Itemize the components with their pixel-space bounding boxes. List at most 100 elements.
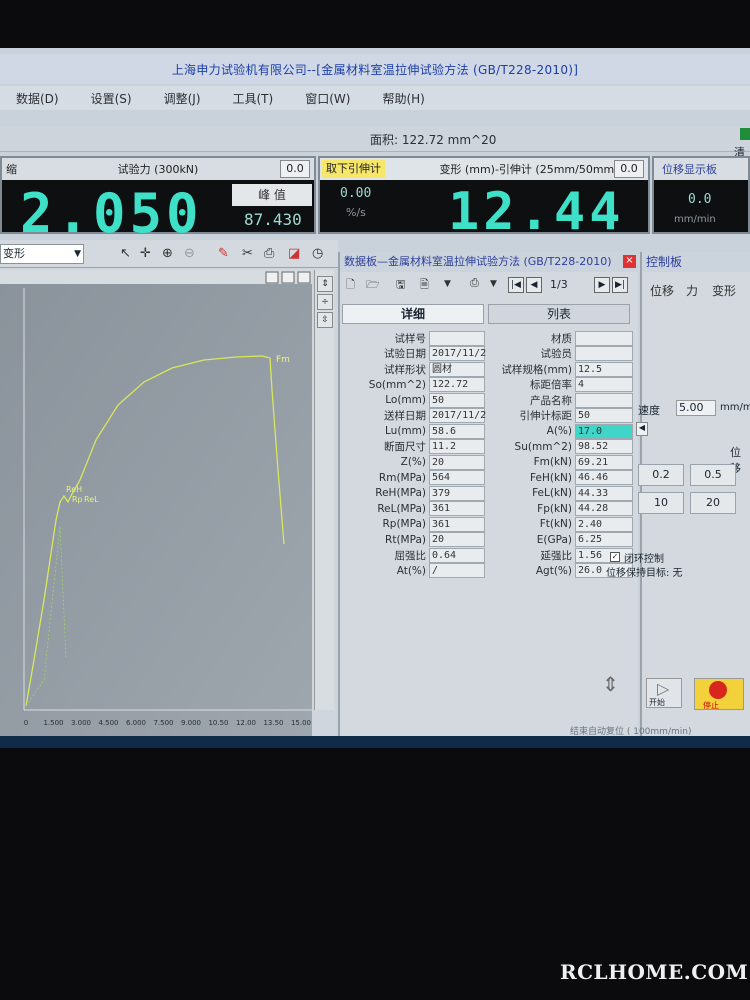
zoom-center-button[interactable] bbox=[281, 271, 295, 284]
speed-button-0-2[interactable]: 0.2 bbox=[638, 464, 684, 486]
stress-strain-plot[interactable]: Fm ReH Rp ReL 0 1.500 3.000 4.500 6.000 7.500… bbox=[0, 270, 312, 736]
field-value[interactable]: 0.64 bbox=[429, 547, 485, 563]
field-value[interactable] bbox=[429, 330, 485, 346]
field-value[interactable]: 50 bbox=[429, 392, 485, 408]
field-row: 试验日期 2017/11/2 bbox=[340, 346, 486, 362]
chevron-down-icon[interactable]: ▼ bbox=[444, 279, 451, 297]
field-value[interactable]: 圆材 bbox=[429, 361, 485, 377]
field-value[interactable]: 46.46 bbox=[575, 470, 633, 485]
curve-mode-select[interactable]: 变形 ▼ bbox=[0, 244, 84, 264]
field-value[interactable] bbox=[575, 346, 633, 361]
clock-icon[interactable]: ◷ bbox=[312, 246, 323, 261]
field-value[interactable]: / bbox=[429, 563, 485, 578]
field-value[interactable]: 20 bbox=[429, 454, 485, 470]
field-value[interactable] bbox=[575, 330, 633, 346]
field-value[interactable]: 44.33 bbox=[575, 485, 633, 501]
field-value[interactable] bbox=[575, 392, 633, 408]
plot-side-button-2[interactable]: ÷ bbox=[317, 294, 333, 310]
field-value[interactable]: 361 bbox=[429, 516, 485, 532]
zoom-right-button[interactable] bbox=[297, 271, 311, 284]
field-row: FeH(kN) 46.46 bbox=[488, 470, 633, 486]
report-icon[interactable]: 🗎 bbox=[420, 276, 429, 294]
zoom-in-icon[interactable]: ⊕ bbox=[162, 246, 173, 261]
field-label: Lu(mm) bbox=[385, 425, 426, 437]
field-value[interactable]: 2017/11/2 bbox=[429, 346, 486, 361]
menu-window[interactable]: 窗口(W) bbox=[289, 90, 366, 107]
plot-side-button-3[interactable]: ⇳ bbox=[317, 312, 333, 328]
tab-displacement[interactable]: 位移 bbox=[650, 282, 674, 299]
field-value[interactable]: 2017/11/2 bbox=[429, 408, 486, 423]
menu-adjust[interactable]: 调整(J) bbox=[148, 90, 217, 107]
field-row: ReL(MPa) 361 bbox=[340, 501, 485, 517]
displacement-label: 位移显示板 bbox=[662, 163, 717, 176]
close-icon[interactable]: × bbox=[623, 255, 636, 268]
field-value[interactable]: 17.0 bbox=[575, 423, 633, 439]
crosshair-icon[interactable]: ✛ bbox=[140, 246, 151, 261]
field-value[interactable]: 50 bbox=[575, 408, 633, 423]
field-row: E(GPa) 6.25 bbox=[488, 532, 633, 548]
print-icon[interactable]: ⎙ bbox=[264, 246, 274, 261]
control-panel-title: 控制板 bbox=[642, 252, 750, 272]
tab-detail[interactable]: 详细 bbox=[342, 304, 484, 324]
field-value[interactable]: 44.28 bbox=[575, 501, 633, 516]
first-page-button[interactable]: |◀ bbox=[508, 277, 524, 293]
pencil-icon[interactable]: ✎ bbox=[218, 246, 229, 261]
menu-tools[interactable]: 工具(T) bbox=[217, 90, 290, 107]
tab-deformation[interactable]: 变形 bbox=[712, 282, 736, 299]
data-panel-title: 数据板—金属材料室温拉伸试验方法 (GB/T228-2010) bbox=[340, 252, 640, 272]
stop-button[interactable]: 停止 bbox=[694, 678, 744, 710]
speed-slider-handle[interactable]: ◀ bbox=[636, 422, 648, 436]
field-value[interactable]: 122.72 bbox=[429, 377, 485, 392]
hold-target-label: 位移保持目标: 无 bbox=[606, 568, 683, 579]
speed-button-20[interactable]: 20 bbox=[690, 492, 736, 514]
field-value[interactable]: 12.5 bbox=[575, 361, 633, 377]
field-value[interactable]: 564 bbox=[429, 470, 485, 485]
printer-icon[interactable]: ⎙ bbox=[470, 276, 479, 294]
save-icon[interactable]: 🖫 bbox=[396, 276, 405, 294]
field-value[interactable]: 361 bbox=[429, 501, 485, 516]
chart-icon[interactable]: ◪ bbox=[288, 246, 300, 261]
curve-panel: 变形 ▼ ↖ ✛ ⊕ ⊖ ✎ ✂ ⎙ ◪ ◷ Fm ReH Rp ReL 0 1… bbox=[0, 240, 338, 740]
pointer-icon[interactable]: ↖ bbox=[120, 246, 131, 261]
field-value[interactable]: 58.6 bbox=[429, 423, 485, 439]
field-value[interactable]: 69.21 bbox=[575, 454, 633, 470]
zoom-out-icon[interactable]: ⊖ bbox=[184, 246, 195, 261]
closed-loop-checkbox[interactable]: ✓ bbox=[610, 552, 620, 562]
chevron-down-icon[interactable]: ▼ bbox=[490, 279, 497, 297]
curve-mode-value: 变形 bbox=[3, 247, 25, 260]
prev-page-button[interactable]: ◀ bbox=[526, 277, 542, 293]
speed-button-10[interactable]: 10 bbox=[638, 492, 684, 514]
field-value[interactable]: 379 bbox=[429, 485, 485, 501]
open-folder-icon[interactable]: 🗁 bbox=[366, 276, 380, 294]
last-page-button[interactable]: ▶| bbox=[612, 277, 628, 293]
remove-extensometer-button[interactable]: 取下引伸计 bbox=[322, 160, 385, 178]
field-value[interactable]: 4 bbox=[575, 377, 633, 392]
up-down-arrows-icon[interactable]: ⇕ bbox=[602, 672, 626, 702]
field-value[interactable]: 6.25 bbox=[575, 532, 633, 547]
start-button[interactable]: ▷ 开始 bbox=[646, 678, 682, 708]
curve-toolbar: 变形 ▼ ↖ ✛ ⊕ ⊖ ✎ ✂ ⎙ ◪ ◷ bbox=[0, 240, 338, 268]
field-value[interactable]: 2.40 bbox=[575, 516, 633, 532]
closed-loop-label: 闭环控制 bbox=[624, 554, 664, 565]
zoom-left-button[interactable] bbox=[265, 271, 279, 284]
speed-input[interactable]: 5.00 bbox=[676, 400, 716, 416]
chevron-down-icon[interactable]: ▼ bbox=[74, 245, 81, 263]
plot-zoom-buttons bbox=[265, 271, 311, 284]
menu-help[interactable]: 帮助(H) bbox=[366, 90, 440, 107]
data-panel-tabs: 详细 列表 bbox=[340, 302, 630, 326]
scissors-icon[interactable]: ✂ bbox=[242, 246, 253, 261]
tab-list[interactable]: 列表 bbox=[488, 304, 630, 324]
next-page-button[interactable]: ▶ bbox=[594, 277, 610, 293]
menu-settings[interactable]: 设置(S) bbox=[75, 90, 148, 107]
field-value[interactable]: 20 bbox=[429, 532, 485, 547]
status-indicator bbox=[740, 128, 750, 140]
speed-button-0-5[interactable]: 0.5 bbox=[690, 464, 736, 486]
plot-side-button-1[interactable]: ⇕ bbox=[317, 276, 333, 292]
deform-rate: 0.00 bbox=[340, 186, 372, 201]
field-label: ReL(MPa) bbox=[377, 502, 426, 515]
field-value[interactable]: 98.52 bbox=[575, 439, 633, 454]
tab-force[interactable]: 力 bbox=[686, 282, 698, 299]
menu-data[interactable]: 数据(D) bbox=[0, 90, 75, 107]
field-value[interactable]: 11.2 bbox=[429, 439, 485, 454]
new-file-icon[interactable]: 🗋 bbox=[346, 276, 355, 294]
